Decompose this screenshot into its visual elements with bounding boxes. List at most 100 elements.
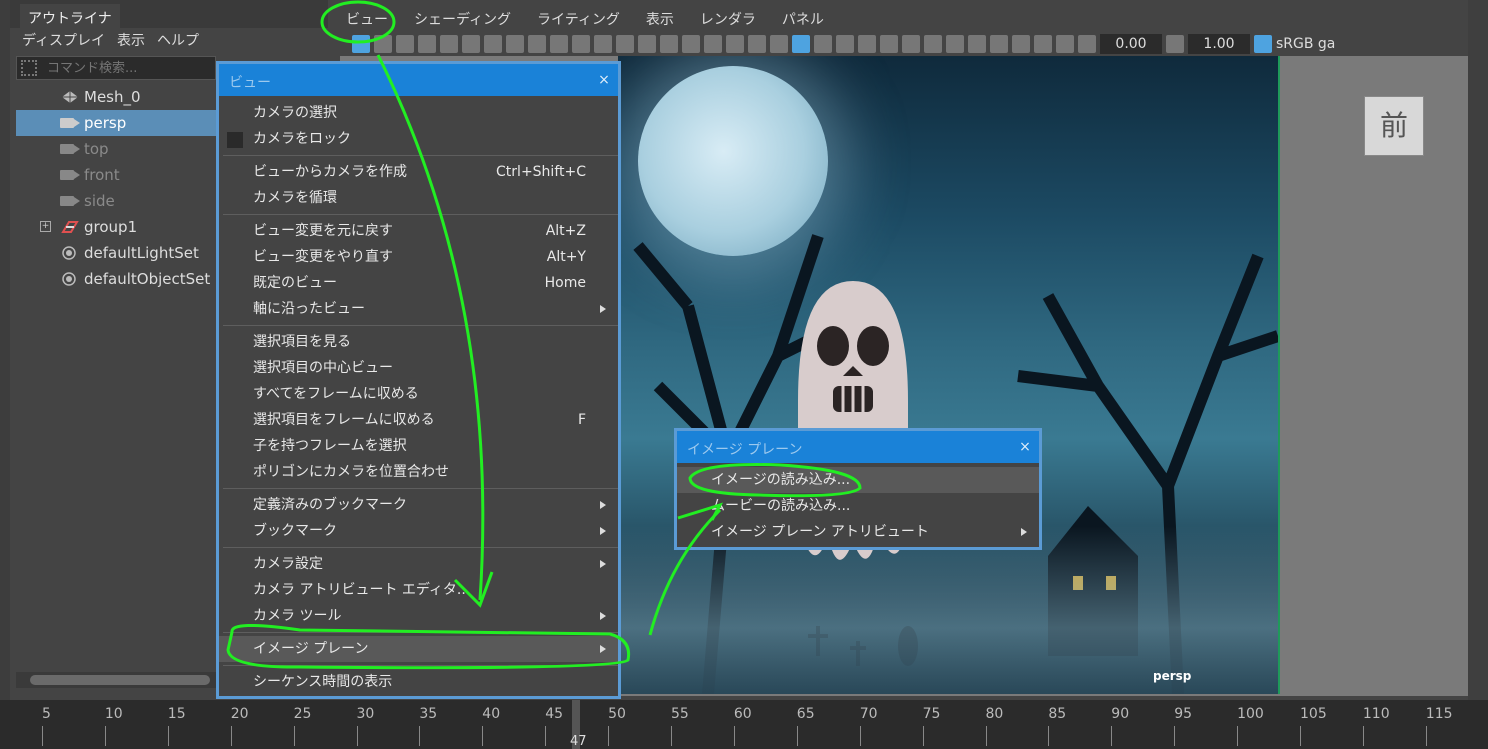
camera-attr-icon[interactable] bbox=[440, 35, 458, 53]
outliner-item-mesh[interactable]: Mesh_0 bbox=[16, 84, 216, 110]
colorspace-select[interactable]: sRGB ga bbox=[1276, 36, 1335, 52]
exposure-icon[interactable] bbox=[1078, 35, 1096, 53]
shadow-icon[interactable] bbox=[902, 35, 920, 53]
textured-icon[interactable] bbox=[858, 35, 876, 53]
timeline-tick-label: 35 bbox=[419, 706, 438, 722]
aa-icon[interactable] bbox=[968, 35, 986, 53]
outliner-item-top[interactable]: top bbox=[16, 136, 216, 162]
outliner-item-side[interactable]: side bbox=[16, 188, 216, 214]
menu-item-center-view-selection[interactable]: 選択項目の中心ビュー bbox=[219, 355, 618, 381]
image-plane-icon[interactable] bbox=[418, 35, 436, 53]
command-search-input[interactable] bbox=[47, 59, 212, 77]
hud-icon[interactable] bbox=[726, 35, 744, 53]
menu-item-view-along-axis[interactable]: 軸に沿ったビュー bbox=[219, 296, 618, 322]
menu-shading[interactable]: シェーディング bbox=[408, 8, 517, 32]
timeline-tick-label: 75 bbox=[922, 706, 941, 722]
safe-action-icon[interactable] bbox=[550, 35, 568, 53]
text-icon[interactable] bbox=[748, 35, 766, 53]
select-camera-icon[interactable] bbox=[352, 35, 370, 53]
close-icon[interactable]: × bbox=[1017, 439, 1033, 455]
menu-item-camera-attribute-editor[interactable]: カメラ アトリビュート エディタ... bbox=[219, 577, 618, 603]
outliner-item-persp[interactable]: persp bbox=[16, 110, 216, 136]
menu-item-show-sequence-time[interactable]: シーケンス時間の表示 bbox=[219, 669, 618, 695]
menu-item-select-camera[interactable]: カメラの選択 bbox=[219, 100, 618, 126]
exposure-field[interactable]: 0.00 bbox=[1100, 34, 1162, 54]
timeline[interactable]: 5 10 15 20 25 30 35 40 45 50 55 60 65 70 75 80 85 90 95 100… bbox=[0, 700, 1488, 749]
field-chart-icon[interactable] bbox=[528, 35, 546, 53]
bookmark-icon[interactable] bbox=[396, 35, 414, 53]
menu-lighting[interactable]: ライティング bbox=[531, 8, 626, 32]
gate-mask-icon[interactable] bbox=[506, 35, 524, 53]
menu-show-viewport[interactable]: 表示 bbox=[640, 8, 680, 32]
menu-item-label: ビュー変更を元に戻す bbox=[253, 223, 393, 239]
backface-icon[interactable] bbox=[1056, 35, 1074, 53]
menu-item-predefined-bookmarks[interactable]: 定義済みのブックマーク bbox=[219, 492, 618, 518]
pencil-icon[interactable] bbox=[594, 35, 612, 53]
motion-blur-icon[interactable] bbox=[946, 35, 964, 53]
timeline-tick-line bbox=[1111, 726, 1113, 746]
color-management-icon[interactable] bbox=[1254, 35, 1272, 53]
frame-icon[interactable] bbox=[704, 35, 722, 53]
menu-view[interactable]: ビュー bbox=[340, 8, 394, 32]
image-plane-menu-title[interactable]: イメージ プレーン × bbox=[677, 431, 1039, 463]
viewport-gate-line bbox=[1278, 56, 1280, 694]
outliner-item-front[interactable]: front bbox=[16, 162, 216, 188]
menu-item-image-plane[interactable]: イメージ プレーン bbox=[219, 636, 618, 662]
menu-item-import-image[interactable]: イメージの読み込み... bbox=[677, 467, 1039, 493]
wireframe-icon[interactable] bbox=[770, 35, 788, 53]
film-icon[interactable] bbox=[638, 35, 656, 53]
menu-item-cycle-camera[interactable]: カメラを循環 bbox=[219, 185, 618, 211]
menu-help[interactable]: ヘルプ bbox=[157, 30, 199, 50]
menu-show[interactable]: 表示 bbox=[117, 30, 145, 50]
menu-item-look-at-selection[interactable]: 選択項目を見る bbox=[219, 329, 618, 355]
menu-item-frame-selection[interactable]: 選択項目をフレームに収める F bbox=[219, 407, 618, 433]
camera-icon bbox=[60, 170, 80, 180]
ao-icon[interactable] bbox=[924, 35, 942, 53]
menu-item-frame-with-children[interactable]: 子を持つフレームを選択 bbox=[219, 433, 618, 459]
menu-item-lock-camera[interactable]: カメラをロック bbox=[219, 126, 618, 152]
outliner-tab-bar: アウトライナ bbox=[0, 0, 328, 28]
checkbox-icon[interactable] bbox=[227, 132, 243, 148]
lock-camera-icon[interactable] bbox=[374, 35, 392, 53]
view-cube-front[interactable]: 前 bbox=[1364, 96, 1424, 156]
light-icon[interactable] bbox=[880, 35, 898, 53]
outliner-item-default-object-set[interactable]: defaultObjectSet bbox=[16, 266, 216, 292]
smooth-shade-icon[interactable] bbox=[792, 35, 810, 53]
shaded-wire-icon[interactable] bbox=[836, 35, 854, 53]
menu-renderer[interactable]: レンダラ bbox=[694, 8, 762, 32]
view-menu-title[interactable]: ビュー × bbox=[219, 64, 618, 96]
menu-item-frame-all[interactable]: すべてをフレームに収める bbox=[219, 381, 618, 407]
safe-title-icon[interactable] bbox=[572, 35, 590, 53]
menu-display[interactable]: ディスプレイ bbox=[22, 30, 105, 50]
outliner-scrollbar[interactable] bbox=[16, 672, 216, 688]
default-material-icon[interactable] bbox=[814, 35, 832, 53]
menu-item-create-camera-from-view[interactable]: ビューからカメラを作成 Ctrl+Shift+C bbox=[219, 159, 618, 185]
outliner-item-default-light-set[interactable]: defaultLightSet bbox=[16, 240, 216, 266]
film-gate-icon[interactable] bbox=[462, 35, 480, 53]
outliner-tab[interactable]: アウトライナ bbox=[20, 4, 120, 28]
menu-item-default-view[interactable]: 既定のビュー Home bbox=[219, 270, 618, 296]
gamma-field[interactable]: 1.00 bbox=[1188, 34, 1250, 54]
outliner-item-group1[interactable]: + group1 bbox=[16, 214, 216, 240]
menu-item-camera-tools[interactable]: カメラ ツール bbox=[219, 603, 618, 629]
menu-item-image-plane-attributes[interactable]: イメージ プレーン アトリビュート bbox=[677, 519, 1039, 545]
close-icon[interactable]: × bbox=[596, 72, 612, 88]
mask-icon[interactable] bbox=[682, 35, 700, 53]
menu-item-camera-settings[interactable]: カメラ設定 bbox=[219, 551, 618, 577]
isolate-icon[interactable] bbox=[990, 35, 1008, 53]
viewport-menu-bar: ビュー シェーディング ライティング 表示 レンダラ パネル bbox=[340, 8, 830, 32]
menu-item-import-movie[interactable]: ムービーの読み込み... bbox=[677, 493, 1039, 519]
menu-item-align-camera-polygon[interactable]: ポリゴンにカメラを位置合わせ bbox=[219, 459, 618, 485]
grid-icon[interactable] bbox=[616, 35, 634, 53]
scrollbar-thumb[interactable] bbox=[30, 675, 210, 685]
gamma-icon[interactable] bbox=[1166, 35, 1184, 53]
resolution-gate-icon[interactable] bbox=[484, 35, 502, 53]
menu-item-redo-view[interactable]: ビュー変更をやり直す Alt+Y bbox=[219, 244, 618, 270]
target-icon[interactable] bbox=[660, 35, 678, 53]
xray-joint-icon[interactable] bbox=[1034, 35, 1052, 53]
xray-icon[interactable] bbox=[1012, 35, 1030, 53]
menu-item-undo-view[interactable]: ビュー変更を元に戻す Alt+Z bbox=[219, 218, 618, 244]
menu-panels[interactable]: パネル bbox=[776, 8, 830, 32]
expand-icon[interactable]: + bbox=[40, 221, 51, 232]
menu-item-bookmarks[interactable]: ブックマーク bbox=[219, 518, 618, 544]
